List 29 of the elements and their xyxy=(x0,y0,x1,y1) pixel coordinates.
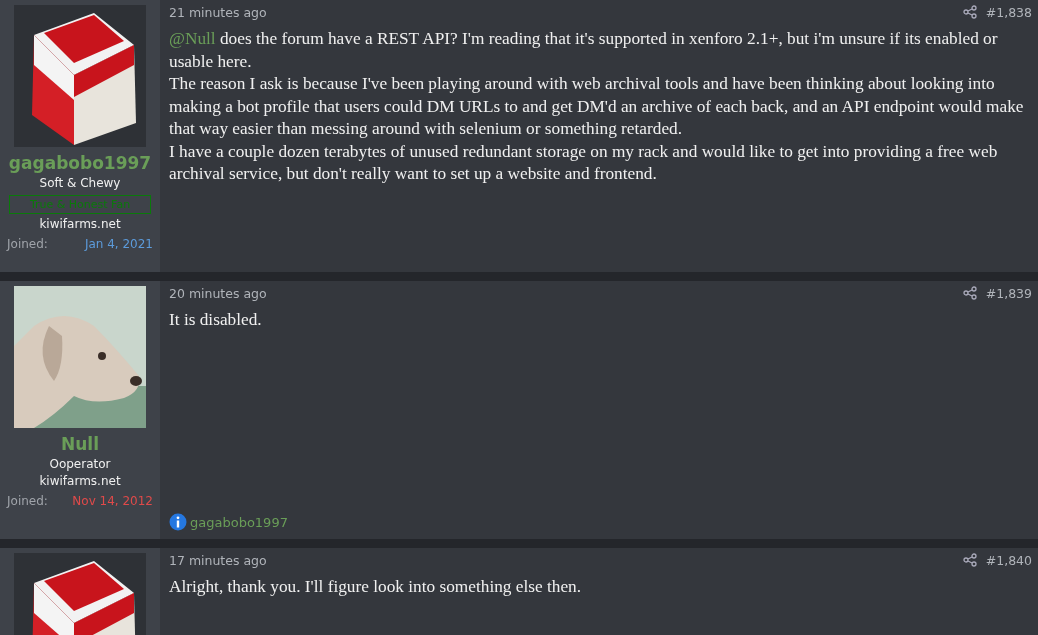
post-time[interactable]: 20 minutes ago xyxy=(169,285,267,301)
post-paragraph: @Null does the forum have a REST API? I'm reading that it's supported in xenforo 2.1+, but i'm unsure if its enabled or usable here. xyxy=(169,28,999,73)
user-site: kiwifarms.net xyxy=(39,474,121,488)
post-paragraph: I have a couple dozen terabytes of unused redundant storage on my rack and would like to get into providing a free web archival service, but don't really want to set up a website and frontend. xyxy=(169,140,999,185)
post-time[interactable]: 17 minutes ago xyxy=(169,552,267,568)
username[interactable]: Null xyxy=(61,434,99,454)
joined-label: Joined: xyxy=(7,494,48,508)
reaction-user-link[interactable]: gagabobo1997 xyxy=(190,514,288,530)
share-icon[interactable] xyxy=(962,553,977,567)
post-number[interactable]: #1,839 xyxy=(985,285,1032,301)
user-site: kiwifarms.net xyxy=(39,217,121,231)
cigarette-pack-image[interactable] xyxy=(14,5,146,147)
user-banner: True & Honest Fan xyxy=(9,195,151,214)
joined-label: Joined: xyxy=(7,237,48,251)
user-title: Soft & Chewy xyxy=(39,176,121,190)
mention-link[interactable]: @Null xyxy=(169,29,216,48)
user-title: Ooperator xyxy=(49,457,111,471)
username[interactable]: gagabobo1997 xyxy=(8,153,152,173)
post-paragraph: The reason I ask is because I've been playing around with web archival tools and have been thinking about looking into making a bot profile that users could DM URLs to and get DM'd an archive of each back, and an API endpoint would make that way easier than messing around with selenium or something retarded. xyxy=(169,73,1025,140)
joined-date: Nov 14, 2012 xyxy=(72,494,153,508)
joined-date: Jan 4, 2021 xyxy=(84,237,153,251)
post-number[interactable]: #1,838 xyxy=(985,4,1032,20)
info-icon xyxy=(169,513,187,531)
post-time[interactable]: 21 minutes ago xyxy=(169,4,267,20)
post-number[interactable]: #1,840 xyxy=(985,552,1032,568)
post-paragraph: Alright, thank you. I'll figure look into something else then. xyxy=(169,576,583,598)
post-paragraph: It is disabled. xyxy=(169,309,263,331)
share-icon[interactable] xyxy=(962,5,977,19)
share-icon[interactable] xyxy=(962,286,977,300)
